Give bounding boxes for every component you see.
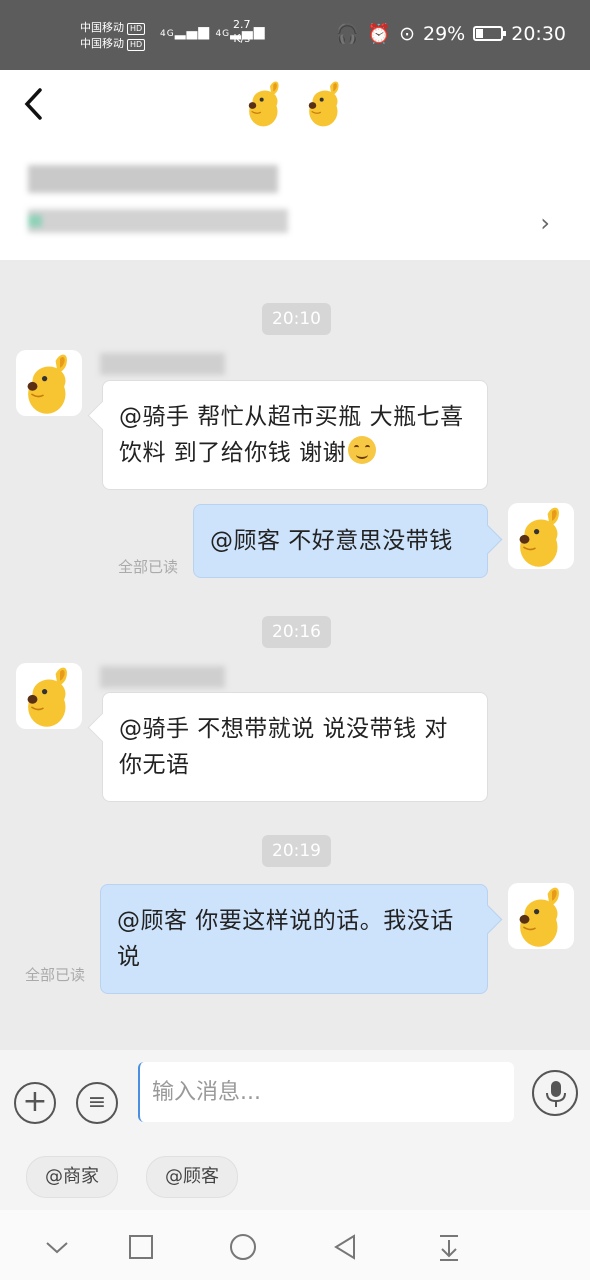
hd-badge: HD [127, 39, 146, 51]
timestamp: 20:16 [262, 616, 331, 648]
battery-icon [473, 26, 507, 41]
square-icon[interactable] [124, 1230, 158, 1264]
blurred-sender-name [100, 353, 225, 375]
carrier-info: 中国移动 HD 中国移动 HD [80, 20, 146, 52]
blurred-order-detail [28, 209, 288, 233]
carrier-2: 中国移动 [80, 37, 124, 50]
message-bubble-outgoing[interactable]: @顾客 不好意思没带钱 [193, 504, 488, 578]
message-text: @顾客 不好意思没带钱 [210, 528, 453, 554]
location-icon: ⊙ [399, 22, 415, 45]
system-nav-bar [0, 1210, 590, 1280]
input-bar: + ≡ @商家 @顾客 [0, 1050, 590, 1210]
avatar[interactable] [16, 350, 82, 416]
status-right: 🎧 ⏰ ⊙ 29% 20:30 [335, 22, 566, 46]
avatar[interactable] [16, 663, 82, 729]
kangaroo-mascot-icon [16, 350, 82, 416]
read-status: 全部已读 [25, 966, 86, 984]
triangle-back-icon[interactable] [328, 1230, 362, 1264]
smile-emoji-icon [348, 436, 377, 464]
quick-tag-customer[interactable]: @顾客 [146, 1156, 238, 1198]
chevron-right-icon[interactable]: › [540, 209, 550, 237]
blurred-address [28, 165, 278, 193]
order-info-card[interactable]: › [20, 165, 560, 237]
read-status: 全部已读 [118, 558, 179, 576]
circle-home-icon[interactable] [226, 1230, 260, 1264]
message-bubble-outgoing[interactable]: @顾客 你要这样说的话。我没话说 [100, 884, 488, 994]
back-button[interactable] [22, 84, 62, 124]
chevron-down-icon[interactable] [40, 1230, 74, 1264]
microphone-icon[interactable] [532, 1070, 578, 1116]
message-input[interactable] [138, 1062, 514, 1122]
clock: 20:30 [511, 22, 566, 45]
kangaroo-mascot-icon [508, 503, 574, 569]
timestamp: 20:19 [262, 835, 331, 867]
avatar[interactable] [508, 883, 574, 949]
battery-percent: 29% [423, 22, 466, 45]
blurred-sender-name [100, 666, 225, 688]
timestamp: 20:10 [262, 303, 331, 335]
message-bubble-incoming[interactable]: @骑手 帮忙从超市买瓶 大瓶七喜 饮料 到了给你钱 谢谢 [102, 380, 488, 490]
message-text: @骑手 帮忙从超市买瓶 大瓶七喜 饮料 到了给你钱 谢谢 [119, 404, 464, 466]
menu-list-icon[interactable]: ≡ [76, 1082, 118, 1124]
quick-tag-merchant[interactable]: @商家 [26, 1156, 118, 1198]
download-icon[interactable] [432, 1230, 466, 1264]
kangaroo-mascot-icon [240, 78, 290, 128]
message-text: @骑手 不想带就说 说没带钱 对你无语 [119, 716, 448, 778]
alarm-icon: ⏰ [367, 23, 392, 45]
avatar[interactable] [508, 503, 574, 569]
status-bar: 中国移动 HD 中国移动 HD 4G▂▄▆ 4G▂▄▆ 2.7 K/s 🎧 ⏰ ⊙ … [0, 0, 590, 70]
plus-icon[interactable]: + [14, 1082, 56, 1124]
carrier-1: 中国移动 [80, 21, 124, 34]
kangaroo-mascot-icon [16, 663, 82, 729]
kangaroo-mascot-icon [300, 78, 350, 128]
chat-header: › [0, 70, 590, 260]
header-mascots [240, 78, 350, 128]
message-text: @顾客 你要这样说的话。我没话说 [117, 908, 454, 970]
message-bubble-incoming[interactable]: @骑手 不想带就说 说没带钱 对你无语 [102, 692, 488, 802]
kangaroo-mascot-icon [508, 883, 574, 949]
network-speed: 2.7 K/s [233, 18, 251, 45]
hd-badge: HD [127, 23, 146, 35]
headphones-icon: 🎧 [335, 23, 360, 45]
